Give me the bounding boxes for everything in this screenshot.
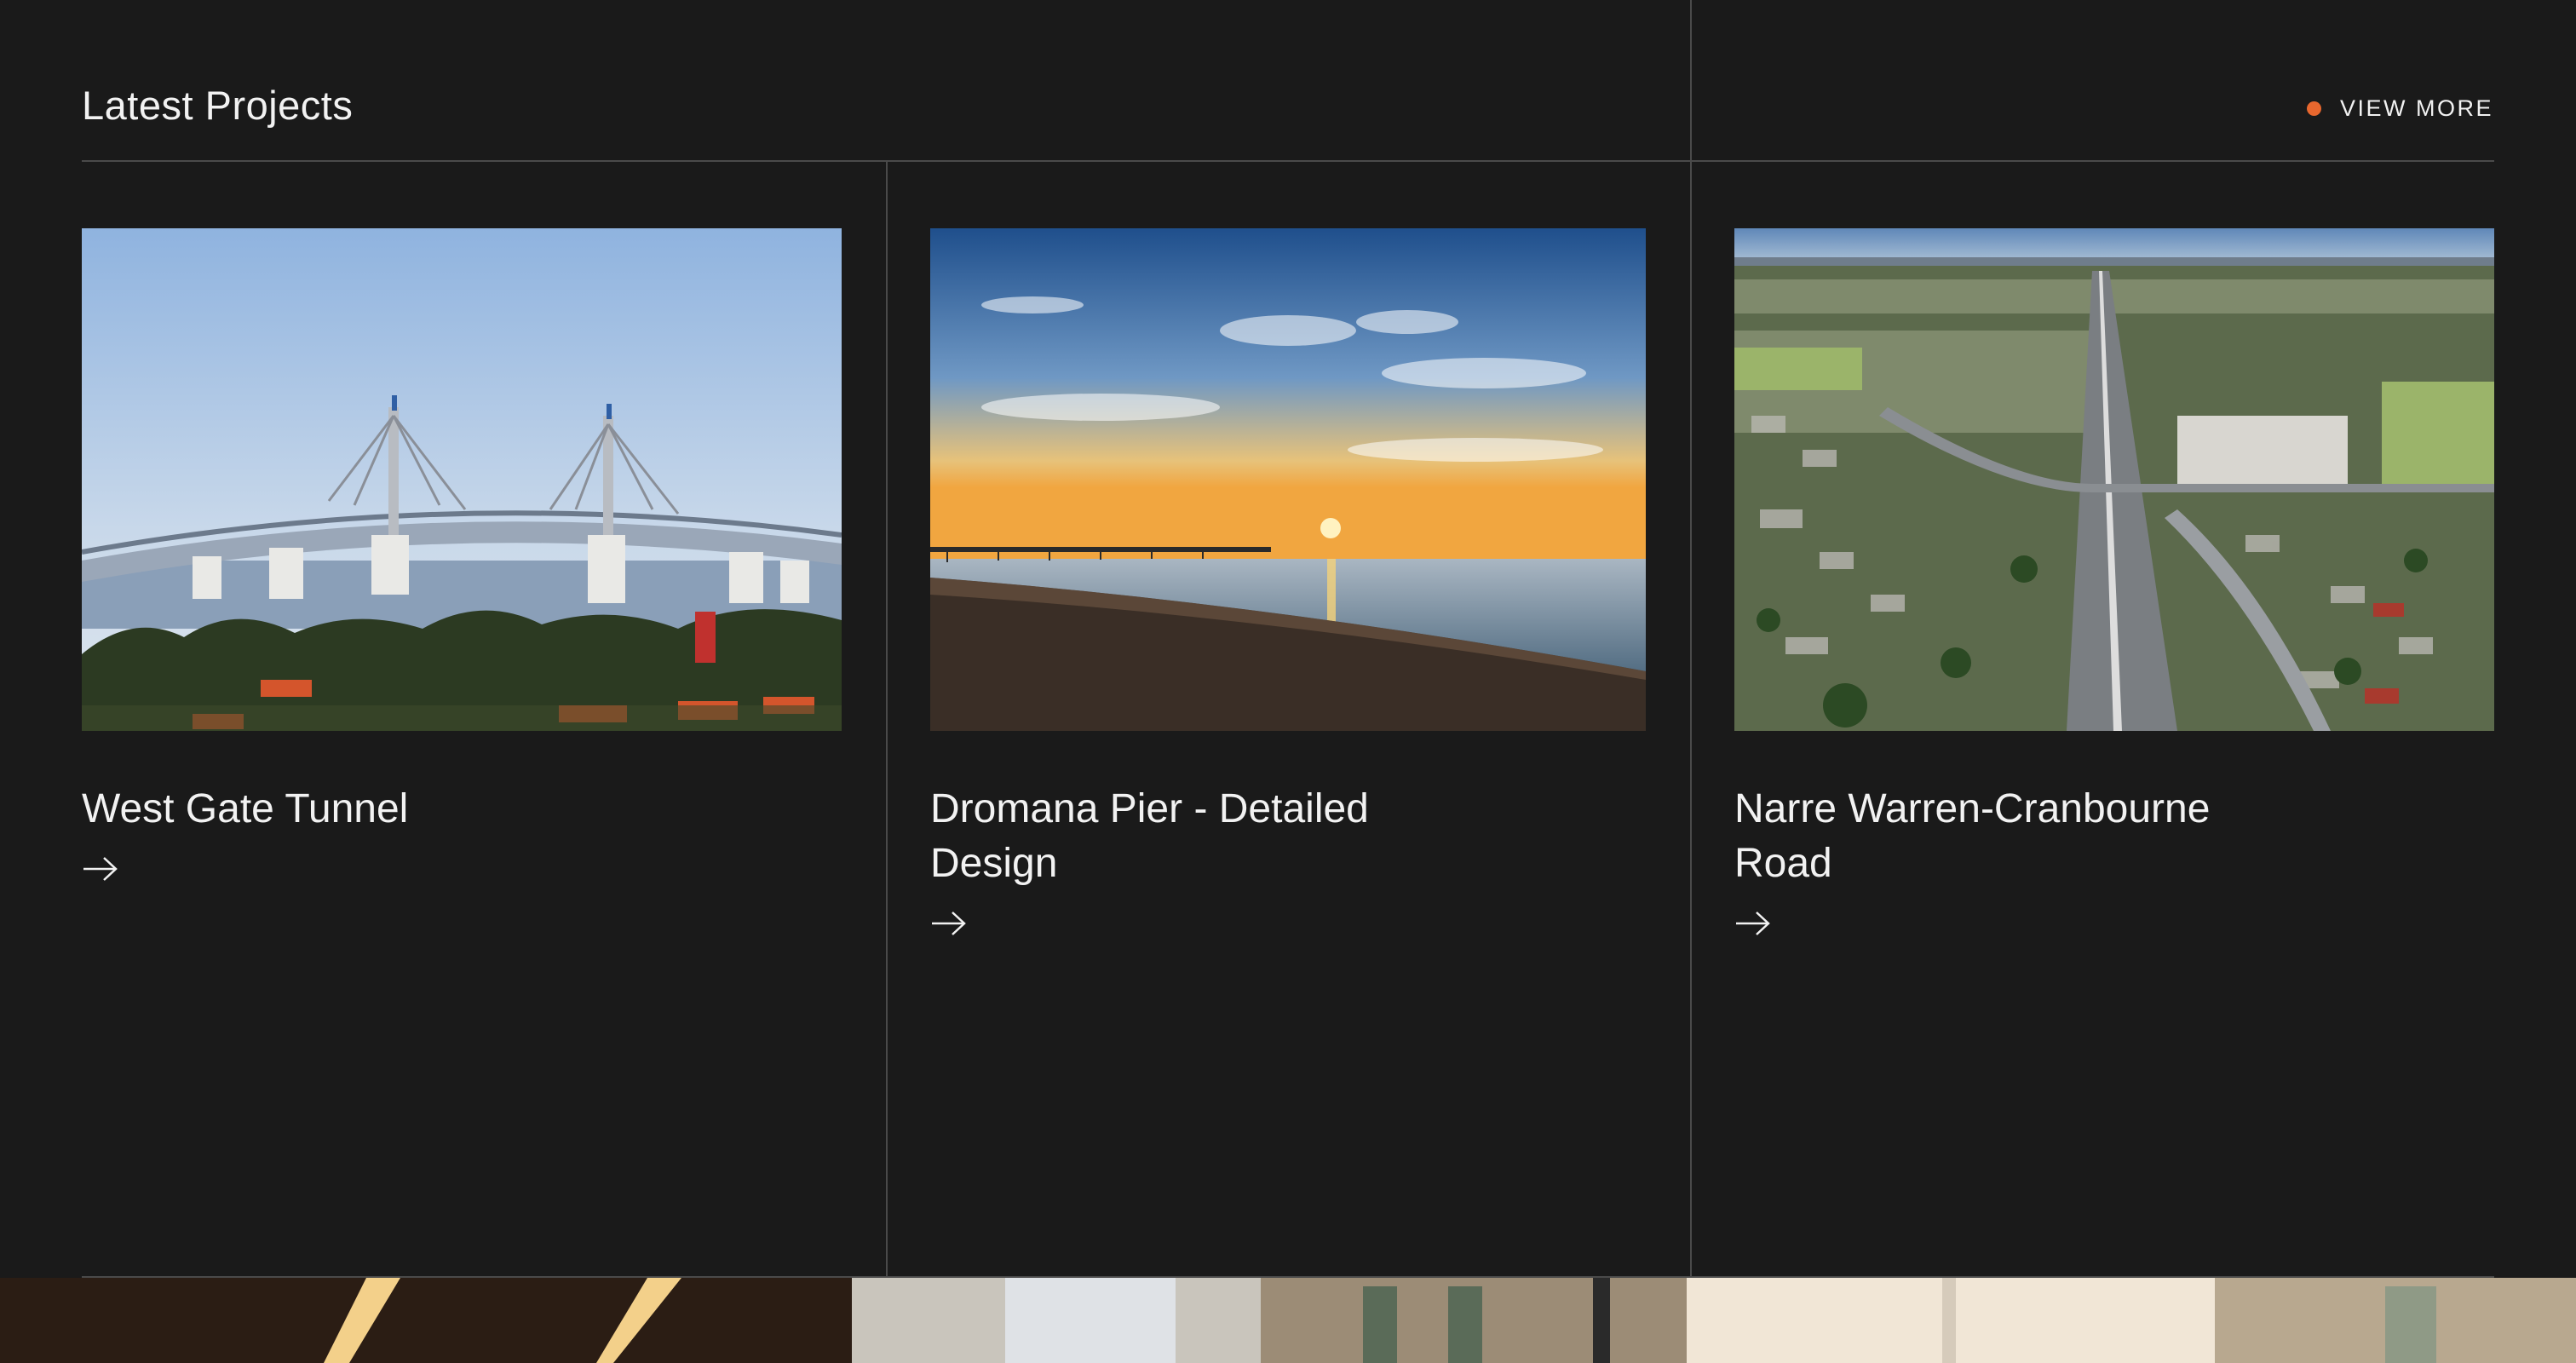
header-divider — [82, 160, 2494, 162]
project-image[interactable] — [1734, 228, 2494, 731]
project-card-dromana-pier[interactable]: Dromana Pier - Detailed Design — [930, 228, 1646, 937]
project-title[interactable]: Narre Warren-Cranbourne Road — [1734, 782, 2280, 891]
view-more-label: VIEW MORE — [2339, 95, 2493, 121]
section-title: Latest Projects — [82, 83, 354, 128]
column-divider — [886, 162, 888, 1278]
project-card-narre-warren-cranbourne-road[interactable]: Narre Warren-Cranbourne Road — [1734, 228, 2494, 937]
column-divider — [1690, 0, 1692, 1278]
project-title[interactable]: West Gate Tunnel — [82, 782, 627, 837]
arrow-right-icon[interactable] — [1734, 910, 1772, 937]
next-section-image-strip — [0, 1278, 2576, 1363]
arrow-right-icon[interactable] — [930, 910, 968, 937]
dot-icon — [2306, 101, 2321, 116]
project-title[interactable]: Dromana Pier - Detailed Design — [930, 782, 1475, 891]
project-card-west-gate-tunnel[interactable]: West Gate Tunnel — [82, 228, 842, 883]
project-image[interactable] — [82, 228, 842, 731]
view-more-link[interactable]: VIEW MORE — [2306, 95, 2493, 122]
arrow-right-icon[interactable] — [82, 855, 119, 883]
project-image[interactable] — [930, 228, 1646, 731]
latest-projects-section: Latest Projects VIEW MORE West Gate Tunn… — [0, 0, 2576, 1278]
